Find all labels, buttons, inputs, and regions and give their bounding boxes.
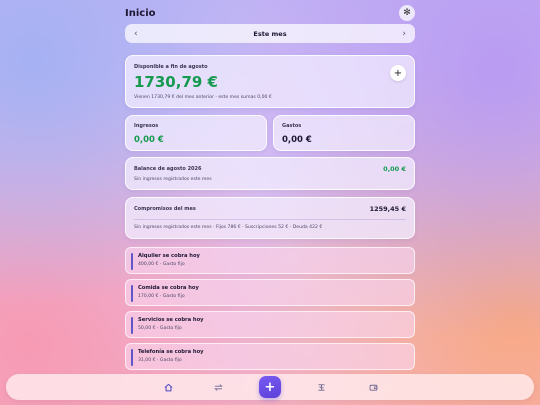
plus-icon: + [393, 67, 403, 79]
month-selector: ‹ Este mes › [125, 24, 415, 43]
tab-home[interactable] [161, 380, 175, 394]
add-button[interactable]: + [390, 65, 406, 81]
list-item[interactable]: Telefonía se cobra hoy 31,00 € · Gasto f… [125, 343, 415, 370]
available-amount: 1730,79 € [134, 73, 218, 91]
wallet-icon [369, 384, 377, 391]
bill-subtitle: 170,00 € · Gasto fijo [138, 294, 185, 299]
list-item[interactable]: Comida se cobra hoy 170,00 € · Gasto fij… [125, 279, 415, 306]
bill-subtitle: 31,00 € · Gasto fijo [138, 358, 182, 363]
balance-note: Sin ingresos registrados este mes [134, 177, 212, 182]
bill-title: Servicios se cobra hoy [138, 317, 204, 323]
balance-amount: 0,00 € [383, 165, 406, 173]
tab-wallet[interactable] [366, 380, 380, 394]
plus-icon: + [264, 379, 276, 395]
expenses-card[interactable]: Gastos 0,00 € [273, 115, 415, 151]
list-item[interactable]: Alquiler se cobra hoy 400,00 € · Gasto f… [125, 247, 415, 274]
transfer-icon [213, 383, 223, 391]
balance-label: Balance de agosto 2026 [134, 166, 202, 172]
tab-budget[interactable] [314, 380, 328, 394]
available-note: Vienen 1730,79 € del mes anterior · este… [134, 95, 272, 100]
home-icon [164, 383, 172, 391]
available-card: Disponible a fin de agosto 1730,79 € Vie… [125, 55, 415, 108]
commitments-note: Sin ingresos registrados este mes · Fijo… [134, 225, 323, 230]
budget-icon [317, 383, 325, 391]
bill-title: Alquiler se cobra hoy [138, 253, 200, 259]
gear-icon: ✻ [403, 8, 411, 18]
bill-subtitle: 400,00 € · Gasto fijo [138, 262, 185, 267]
bill-title: Telefonía se cobra hoy [138, 349, 204, 355]
income-amount: 0,00 € [134, 135, 164, 145]
divider [134, 219, 406, 220]
page-title: Inicio [125, 7, 156, 19]
month-label: Este mes [253, 29, 287, 38]
balance-card: Balance de agosto 2026 0,00 € Sin ingres… [125, 157, 415, 190]
expenses-amount: 0,00 € [282, 135, 312, 145]
commitments-amount: 1259,45 € [369, 205, 406, 213]
commitments-card: Compromisos del mes 1259,45 € Sin ingres… [125, 197, 415, 239]
header: Inicio ✻ [125, 4, 415, 22]
bill-subtitle: 50,00 € · Gasto fijo [138, 326, 182, 331]
income-card[interactable]: Ingresos 0,00 € [125, 115, 267, 151]
bill-title: Comida se cobra hoy [138, 285, 199, 291]
list-item[interactable]: Servicios se cobra hoy 50,00 € · Gasto f… [125, 311, 415, 338]
chevron-right-icon[interactable]: › [402, 29, 406, 39]
commitments-label: Compromisos del mes [134, 206, 196, 212]
tab-transfers[interactable] [211, 380, 225, 394]
expenses-label: Gastos [282, 123, 302, 129]
chevron-left-icon[interactable]: ‹ [134, 29, 138, 39]
settings-button[interactable]: ✻ [399, 5, 415, 21]
income-label: Ingresos [134, 123, 159, 129]
add-transaction-button[interactable]: + [259, 376, 281, 398]
available-label: Disponible a fin de agosto [134, 64, 208, 70]
